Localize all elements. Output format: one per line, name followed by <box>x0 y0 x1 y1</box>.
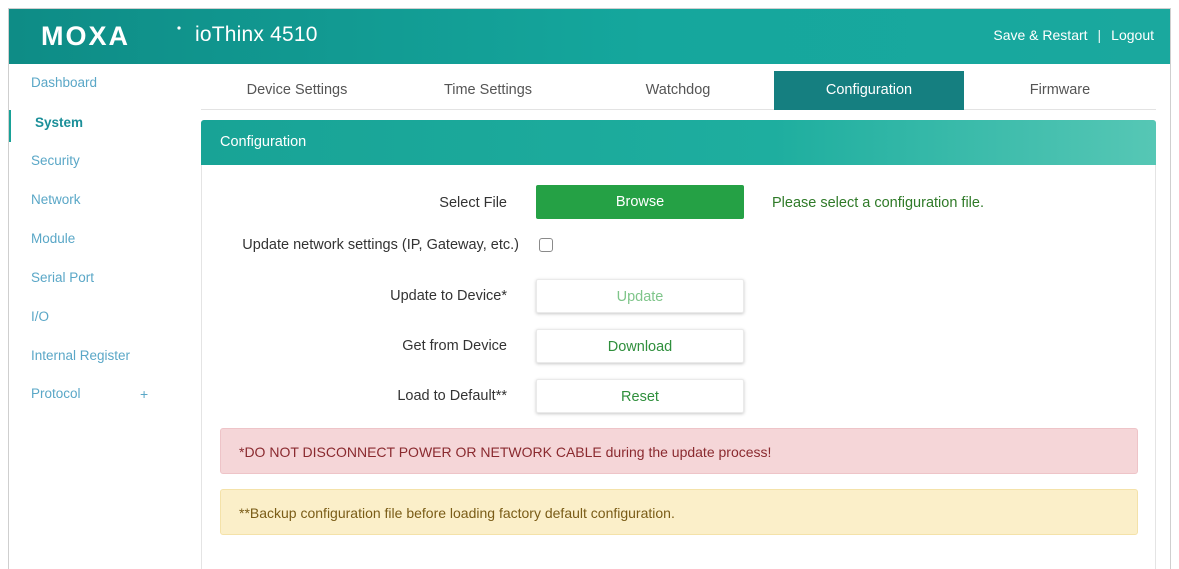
update-network-label: Update network settings (IP, Gateway, et… <box>242 237 519 253</box>
save-restart-link[interactable]: Save & Restart <box>993 27 1087 43</box>
update-network-checkbox[interactable] <box>539 238 553 252</box>
sidebar-item-protocol[interactable]: Protocol <box>31 386 81 401</box>
reset-button[interactable]: Reset <box>536 379 744 413</box>
update-to-device-label: Update to Device* <box>390 288 507 304</box>
sidebar: Dashboard System Security Network Module… <box>9 64 189 569</box>
action-separator: | <box>1097 27 1102 43</box>
get-from-device-label: Get from Device <box>402 338 507 354</box>
tab-time-settings[interactable]: Time Settings <box>393 71 583 110</box>
logout-link[interactable]: Logout <box>1111 27 1154 43</box>
warning-alert: **Backup configuration file before loadi… <box>220 489 1138 535</box>
tab-firmware[interactable]: Firmware <box>964 71 1156 110</box>
app-window: MOXA ioThinx 4510 Save & Restart | Logou… <box>8 8 1171 569</box>
top-actions: Save & Restart | Logout <box>993 27 1154 43</box>
svg-text:MOXA: MOXA <box>41 22 130 50</box>
sidebar-item-module[interactable]: Module <box>31 231 75 246</box>
update-button[interactable]: Update <box>536 279 744 313</box>
sidebar-item-serial-port[interactable]: Serial Port <box>31 270 94 285</box>
protocol-expand-icon[interactable]: + <box>140 386 148 402</box>
configuration-panel: Configuration Select File Browse Please … <box>201 120 1156 569</box>
tab-configuration[interactable]: Configuration <box>774 71 964 110</box>
download-button[interactable]: Download <box>536 329 744 363</box>
danger-alert: *DO NOT DISCONNECT POWER OR NETWORK CABL… <box>220 428 1138 474</box>
sidebar-item-system[interactable]: System <box>35 115 83 130</box>
tab-bar: Device Settings Time Settings Watchdog C… <box>201 71 1156 110</box>
load-to-default-label: Load to Default** <box>397 388 507 404</box>
select-file-label: Select File <box>439 195 507 211</box>
moxa-logo: MOXA <box>41 22 181 50</box>
sidebar-active-indicator <box>9 110 11 142</box>
browse-button[interactable]: Browse <box>536 185 744 219</box>
sidebar-item-io[interactable]: I/O <box>31 309 49 324</box>
sidebar-item-network[interactable]: Network <box>31 192 81 207</box>
sidebar-item-dashboard[interactable]: Dashboard <box>31 75 97 90</box>
sidebar-item-security[interactable]: Security <box>31 153 80 168</box>
product-name: ioThinx 4510 <box>195 23 318 46</box>
top-bar: MOXA ioThinx 4510 Save & Restart | Logou… <box>9 9 1170 64</box>
tab-device-settings[interactable]: Device Settings <box>201 71 393 110</box>
tab-watchdog[interactable]: Watchdog <box>583 71 773 110</box>
panel-title: Configuration <box>201 120 1156 165</box>
sidebar-item-internal-register[interactable]: Internal Register <box>31 348 130 363</box>
file-hint: Please select a configuration file. <box>772 195 984 211</box>
